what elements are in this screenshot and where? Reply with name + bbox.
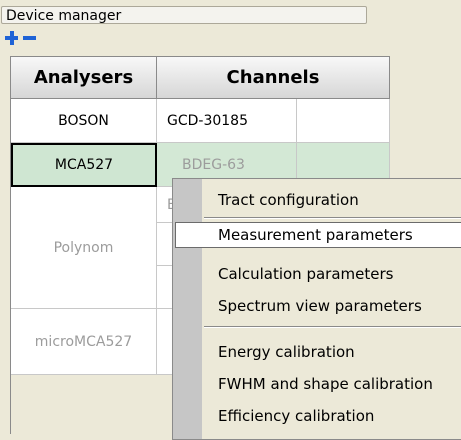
menu-separator-highlight	[204, 218, 461, 219]
menu-item-fwhm-shape-calibration[interactable]: FWHM and shape calibration	[218, 371, 433, 397]
header-analysers[interactable]: Analysers	[11, 57, 157, 99]
channel-cell-empty[interactable]	[297, 99, 390, 143]
analyser-cell[interactable]: Polynom	[11, 187, 157, 309]
menu-item-calculation-parameters[interactable]: Calculation parameters	[218, 261, 393, 287]
analyser-cell[interactable]: BOSON	[11, 99, 157, 143]
channel-cell[interactable]: GCD-30185	[157, 99, 297, 143]
remove-button[interactable]	[22, 28, 38, 48]
add-button[interactable]	[4, 28, 20, 48]
menu-separator-highlight	[204, 327, 461, 328]
menu-item-tract-configuration[interactable]: Tract configuration	[218, 187, 359, 213]
analyser-cell[interactable]: microMCA527	[11, 309, 157, 375]
menu-item-energy-calibration[interactable]: Energy calibration	[218, 339, 355, 365]
menu-icon-strip	[173, 179, 202, 439]
menu-item-measurement-parameters[interactable]: Measurement parameters	[218, 222, 413, 248]
context-menu: Tract configuration Measurement paramete…	[172, 178, 461, 440]
header-channels[interactable]: Channels	[157, 57, 390, 99]
analyser-cell-selected[interactable]: MCA527	[11, 143, 157, 187]
panel-title: Device manager	[1, 6, 367, 24]
menu-item-spectrum-view-parameters[interactable]: Spectrum view parameters	[218, 293, 422, 319]
menu-item-efficiency-calibration[interactable]: Efficiency calibration	[218, 403, 374, 429]
